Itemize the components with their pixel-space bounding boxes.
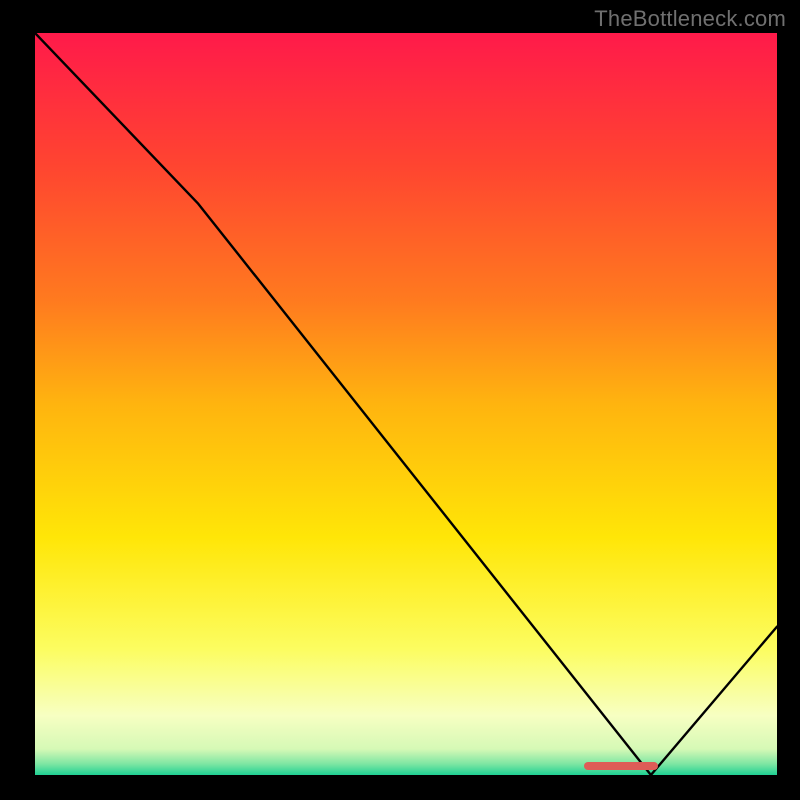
chart-plot-area bbox=[35, 33, 777, 775]
chart-background-gradient bbox=[35, 33, 777, 775]
optimum-range-marker bbox=[584, 762, 658, 770]
watermark-label: TheBottleneck.com bbox=[594, 6, 786, 32]
chart-container: TheBottleneck.com bbox=[0, 0, 800, 800]
chart-svg bbox=[35, 33, 777, 775]
